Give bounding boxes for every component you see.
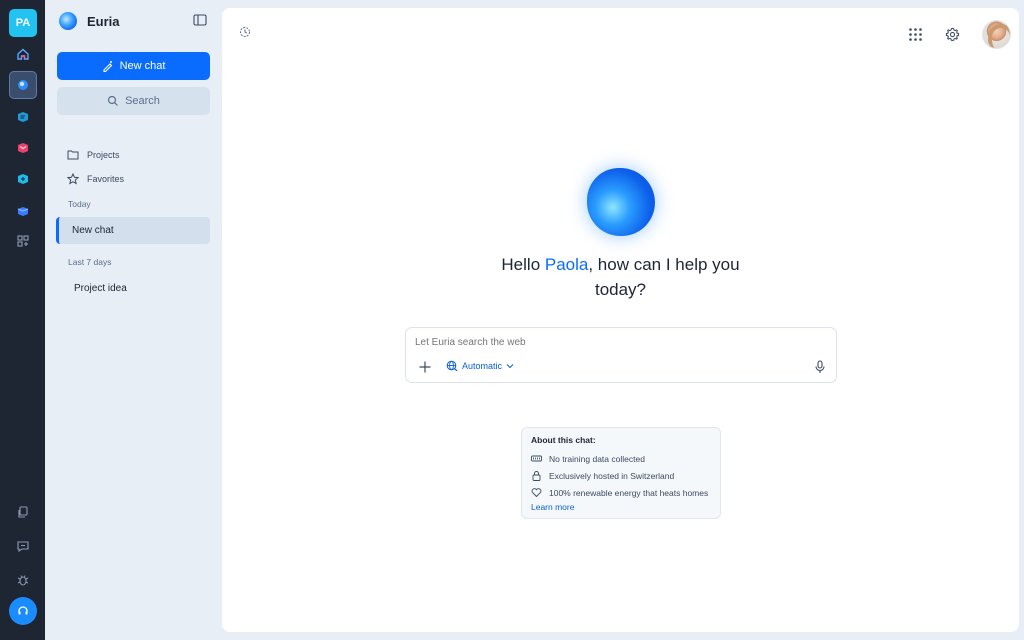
kdrive-app-icon[interactable]	[9, 165, 37, 193]
learn-more-link[interactable]: Learn more	[531, 502, 711, 512]
about-title: About this chat:	[531, 435, 596, 445]
section-last-7-days: Last 7 days	[68, 257, 112, 267]
no-data-icon	[531, 455, 542, 462]
about-item-label: 100% renewable energy that heats homes	[549, 487, 709, 498]
section-today: Today	[68, 199, 91, 209]
about-item-label: No training data collected	[549, 453, 645, 464]
search-icon	[107, 95, 118, 106]
message-input[interactable]	[415, 337, 795, 348]
search-button[interactable]: Search	[57, 87, 210, 115]
chat-item-label: New chat	[72, 225, 114, 236]
folder-icon	[67, 150, 79, 160]
home-icon[interactable]	[9, 40, 37, 68]
search-label: Search	[125, 95, 160, 107]
top-right-toolbar	[908, 20, 1011, 49]
star-icon	[67, 173, 79, 185]
euria-app-icon[interactable]	[9, 71, 37, 99]
greeting-prefix: Hello	[501, 255, 545, 274]
collapse-sidebar-icon[interactable]	[193, 14, 207, 26]
chevron-down-icon	[506, 364, 514, 369]
attach-plus-icon[interactable]	[418, 360, 432, 374]
app-name: Euria	[87, 13, 120, 29]
chat-history-icon[interactable]	[239, 26, 251, 38]
user-avatar-initials[interactable]: PA	[9, 9, 37, 37]
about-this-chat-card: About this chat: No training data collec…	[521, 427, 721, 519]
message-composer: Automatic	[405, 327, 837, 383]
chat-item-label: Project idea	[74, 283, 127, 294]
brand: Euria	[59, 12, 120, 30]
search-mode-select[interactable]: Automatic	[446, 360, 514, 372]
new-chat-button[interactable]: New chat	[57, 52, 210, 80]
about-item: Exclusively hosted in Switzerland	[531, 467, 711, 484]
add-apps-icon[interactable]	[9, 227, 37, 255]
documents-icon[interactable]	[9, 498, 37, 526]
greeting-user-name: Paola	[544, 255, 589, 274]
euria-logo-icon	[59, 12, 77, 30]
about-item-label: Exclusively hosted in Switzerland	[549, 470, 675, 481]
nav-favorites-label: Favorites	[87, 174, 125, 184]
settings-gear-icon[interactable]	[945, 27, 960, 42]
nav-favorites[interactable]: Favorites	[67, 173, 124, 185]
lock-icon	[532, 471, 541, 481]
chat-sidebar: Euria New chat Search Projects Favorites…	[45, 0, 222, 640]
heart-icon	[531, 488, 542, 498]
bug-report-icon[interactable]	[9, 566, 37, 594]
greeting-suffix: , how can I help you	[588, 255, 740, 274]
new-chat-label: New chat	[119, 60, 166, 72]
mail-app-icon[interactable]	[9, 134, 37, 162]
greeting-line-2: today?	[594, 280, 647, 299]
chat-item-project-idea[interactable]: Project idea	[56, 275, 210, 302]
drive-app-icon[interactable]	[9, 103, 37, 131]
about-item: 100% renewable energy that heats homes	[531, 484, 711, 501]
globe-search-icon	[446, 360, 458, 372]
about-item: No training data collected	[531, 450, 711, 467]
chat-item-new-chat[interactable]: New chat	[56, 217, 210, 244]
support-headset-icon[interactable]	[9, 597, 37, 625]
nav-projects[interactable]: Projects	[67, 149, 120, 160]
euria-orb-icon	[587, 168, 655, 236]
user-profile-avatar[interactable]	[982, 20, 1011, 49]
microphone-icon[interactable]	[814, 360, 826, 374]
chat-main-panel: Hello Paola, how can I help you today? A…	[222, 8, 1019, 632]
nav-projects-label: Projects	[87, 149, 120, 160]
app-rail: PA	[0, 0, 45, 640]
calendar-app-icon[interactable]	[9, 197, 37, 225]
search-mode-label: Automatic	[462, 361, 503, 371]
feedback-icon[interactable]	[9, 532, 37, 560]
apps-grid-icon[interactable]	[908, 27, 923, 42]
greeting: Hello Paola, how can I help you today?	[222, 252, 1019, 302]
edit-sparkle-icon	[103, 61, 112, 72]
